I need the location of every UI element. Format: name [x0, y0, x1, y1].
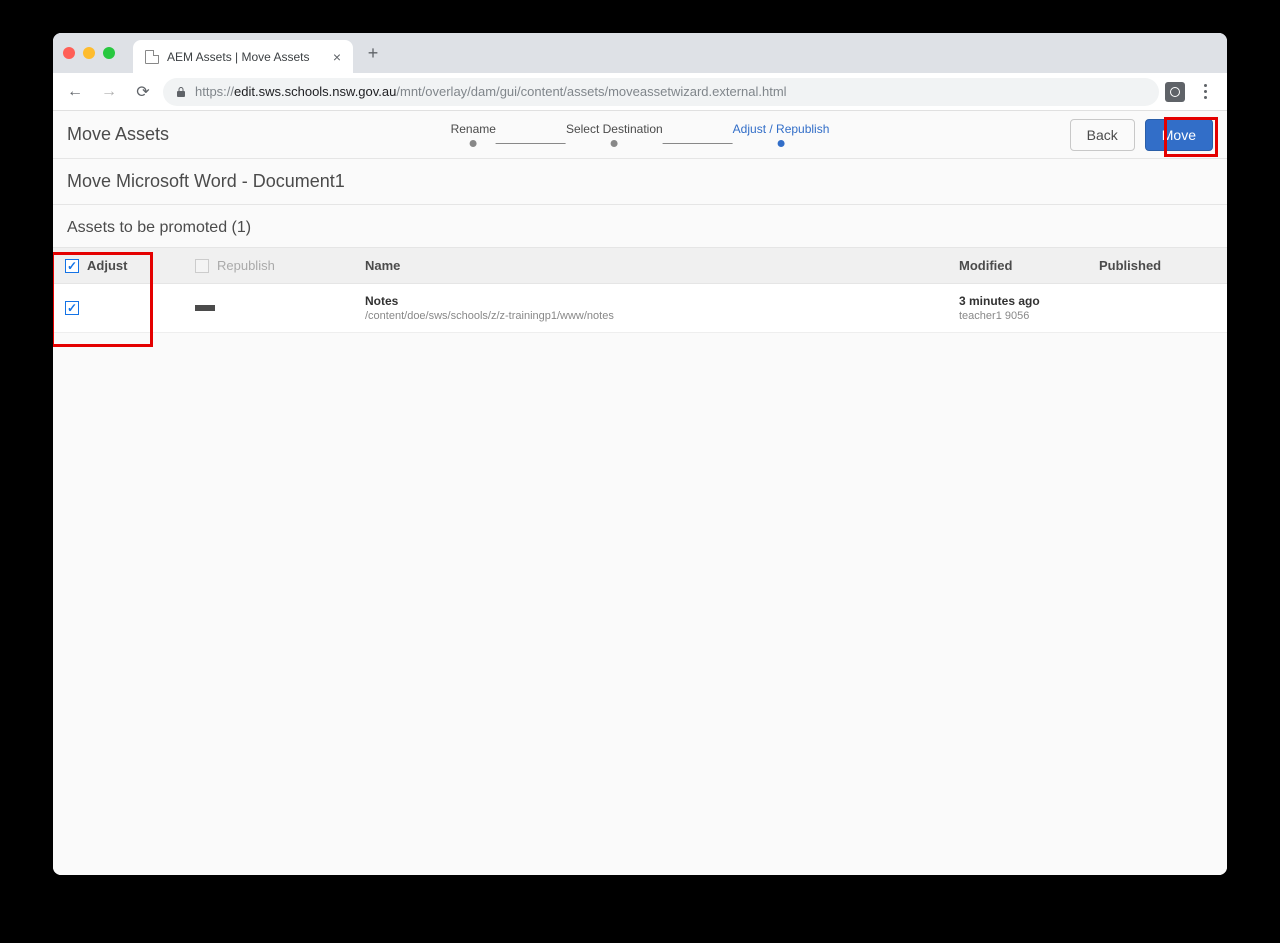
close-window-button[interactable]: [63, 47, 75, 59]
assets-table: Adjust Republish Name Modified Published: [53, 247, 1227, 333]
page-icon: [145, 50, 159, 64]
asset-path: /content/doe/sws/schools/z/z-trainingp1/…: [365, 310, 935, 322]
app-content: Move Assets Rename Select Destination Ad…: [53, 111, 1227, 875]
browser-toolbar: ← → ⟳ https://edit.sws.schools.nsw.gov.a…: [53, 73, 1227, 111]
back-button[interactable]: ←: [61, 78, 89, 106]
column-published: Published: [1087, 248, 1227, 284]
lock-icon: [175, 86, 187, 98]
minimize-window-button[interactable]: [83, 47, 95, 59]
column-republish: Republish: [183, 248, 353, 284]
section-title: Assets to be promoted (1): [53, 205, 1227, 247]
republish-all-checkbox[interactable]: [195, 259, 209, 273]
wizard-steps: Rename Select Destination Adjust / Repub…: [451, 122, 830, 147]
tab-title: AEM Assets | Move Assets: [167, 50, 310, 64]
reload-button[interactable]: ⟳: [129, 78, 157, 106]
page-title: Move Assets: [67, 124, 169, 145]
move-button[interactable]: Move: [1145, 119, 1213, 151]
profile-icon[interactable]: [1165, 82, 1185, 102]
window-controls: [63, 47, 115, 59]
maximize-window-button[interactable]: [103, 47, 115, 59]
adjust-checkbox[interactable]: [65, 301, 79, 315]
modified-time: 3 minutes ago: [959, 294, 1075, 308]
asset-thumbnail: [195, 305, 215, 311]
adjust-all-checkbox[interactable]: [65, 259, 79, 273]
address-bar[interactable]: https://edit.sws.schools.nsw.gov.au/mnt/…: [163, 78, 1159, 106]
step-adjust-republish[interactable]: Adjust / Republish: [733, 122, 830, 147]
url-text: https://edit.sws.schools.nsw.gov.au/mnt/…: [195, 84, 787, 99]
published-cell: [1087, 284, 1227, 333]
wizard-topbar: Move Assets Rename Select Destination Ad…: [53, 111, 1227, 159]
asset-name: Notes: [365, 294, 935, 308]
forward-button[interactable]: →: [95, 78, 123, 106]
back-button[interactable]: Back: [1070, 119, 1135, 151]
table-row[interactable]: Notes /content/doe/sws/schools/z/z-train…: [53, 284, 1227, 333]
browser-menu-button[interactable]: [1191, 78, 1219, 106]
new-tab-button[interactable]: +: [359, 39, 387, 67]
wizard-actions: Back Move: [1070, 119, 1213, 151]
column-name: Name: [353, 248, 947, 284]
browser-tabstrip: AEM Assets | Move Assets × +: [53, 33, 1227, 73]
browser-window: AEM Assets | Move Assets × + ← → ⟳ https…: [53, 33, 1227, 875]
wizard-subheader: Move Microsoft Word - Document1: [53, 159, 1227, 205]
step-rename[interactable]: Rename: [451, 122, 496, 147]
close-tab-button[interactable]: ×: [333, 49, 341, 65]
browser-tab[interactable]: AEM Assets | Move Assets ×: [133, 40, 353, 73]
column-adjust: Adjust: [53, 248, 183, 284]
modified-user: teacher1 9056: [959, 310, 1075, 322]
column-modified: Modified: [947, 248, 1087, 284]
step-select-destination[interactable]: Select Destination: [566, 122, 663, 147]
